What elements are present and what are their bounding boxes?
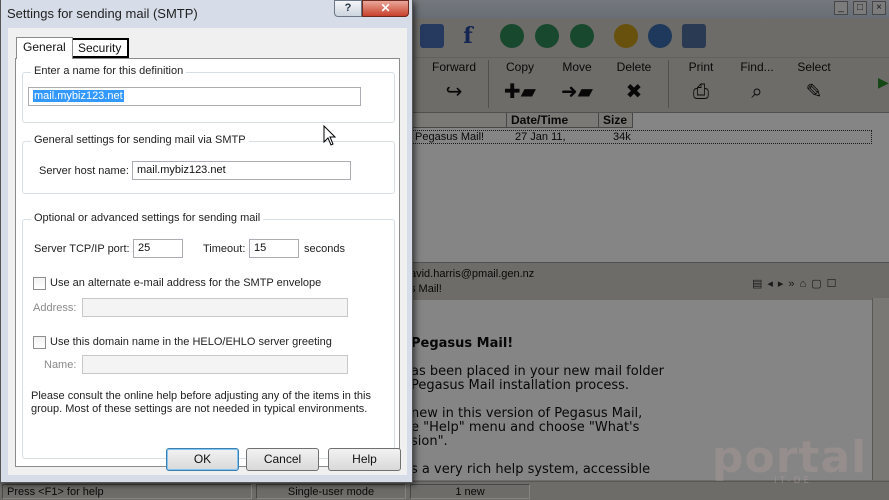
context-help-button[interactable]: ? xyxy=(334,0,362,17)
definition-name-value: mail.mybiz123.net xyxy=(33,90,124,102)
helo-domain-checkbox[interactable] xyxy=(33,336,46,349)
port-input[interactable]: 25 xyxy=(133,239,183,258)
help-button[interactable]: Help xyxy=(328,448,401,471)
helo-domain-checkbox-label[interactable]: Use this domain name in the HELO/EHLO se… xyxy=(50,336,332,348)
advanced-smtp-group: Optional or advanced settings for sendin… xyxy=(22,212,395,459)
timeout-unit: seconds xyxy=(304,243,345,255)
timeout-input[interactable]: 15 xyxy=(249,239,299,258)
tab-general[interactable]: General xyxy=(16,37,73,59)
watermark-subtext: IT-DE xyxy=(774,476,813,486)
advanced-group-legend: Optional or advanced settings for sendin… xyxy=(31,212,264,224)
dialog-close-button[interactable]: ✕ xyxy=(362,0,409,17)
dialog-title: Settings for sending mail (SMTP) xyxy=(7,6,198,21)
server-host-input[interactable]: mail.mybiz123.net xyxy=(132,161,351,180)
general-smtp-group: General settings for sending mail via SM… xyxy=(22,134,395,194)
dialog-body: General Security Enter a name for this d… xyxy=(8,28,407,475)
address-label: Address: xyxy=(33,302,77,314)
advanced-note-line-2: group. Most of these settings are not ne… xyxy=(31,403,368,415)
mouse-pointer-icon xyxy=(323,125,337,146)
general-tab-page: Enter a name for this definition mail.my… xyxy=(15,58,400,467)
name-group: Enter a name for this definition mail.my… xyxy=(22,65,395,123)
advanced-note-line-1: Please consult the online help before ad… xyxy=(31,390,371,402)
host-label: Server host name: xyxy=(39,165,129,177)
definition-name-input[interactable]: mail.mybiz123.net xyxy=(28,87,361,106)
alt-address-checkbox-label[interactable]: Use an alternate e-mail address for the … xyxy=(50,277,321,289)
helo-name-label: Name: xyxy=(44,359,77,371)
close-icon: ✕ xyxy=(380,1,391,15)
port-label: Server TCP/IP port: xyxy=(34,243,130,255)
watermark-logo: portal IT-DE xyxy=(712,432,867,486)
general-group-legend: General settings for sending mail via SM… xyxy=(31,134,249,146)
cancel-button[interactable]: Cancel xyxy=(246,448,319,471)
ok-button[interactable]: OK xyxy=(166,448,239,471)
address-input[interactable] xyxy=(82,298,348,317)
alt-address-checkbox[interactable] xyxy=(33,277,46,290)
timeout-label: Timeout: xyxy=(203,243,246,255)
tab-security[interactable]: Security xyxy=(70,38,130,58)
question-icon: ? xyxy=(344,2,352,14)
name-group-legend: Enter a name for this definition xyxy=(31,65,187,77)
advanced-note: Please consult the online help before ad… xyxy=(31,390,371,416)
smtp-settings-dialog: Settings for sending mail (SMTP) ? ✕ Gen… xyxy=(0,0,413,483)
helo-name-input[interactable] xyxy=(82,355,348,374)
